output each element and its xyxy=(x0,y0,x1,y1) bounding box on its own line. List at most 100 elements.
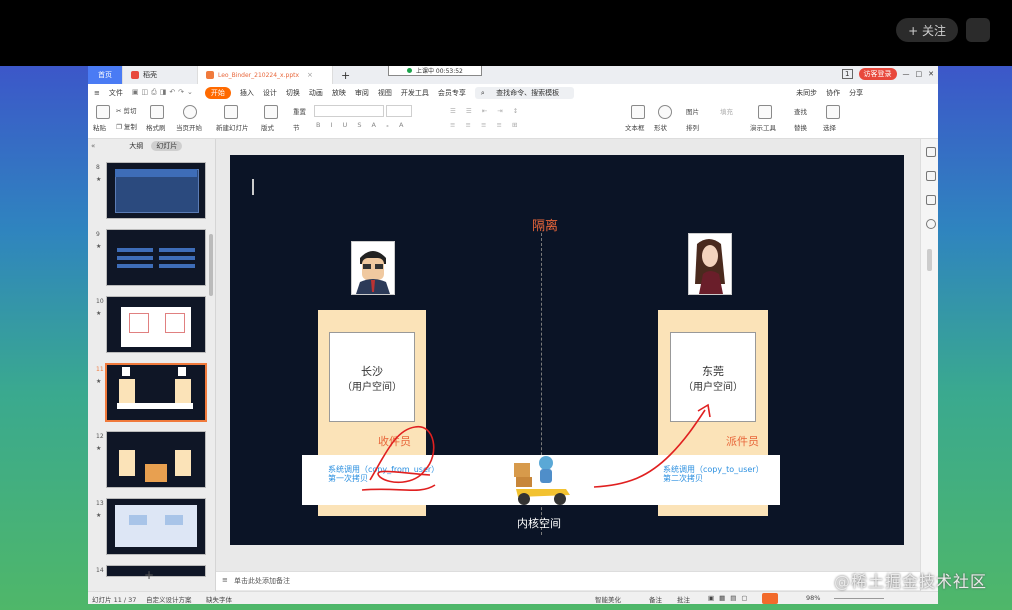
collab-button[interactable]: 协作 xyxy=(826,88,840,98)
view-mode-icons[interactable]: ▣▦▤▢ xyxy=(708,594,753,602)
maximize-icon[interactable]: □ xyxy=(916,70,923,78)
handwritten-annotations xyxy=(361,403,711,492)
animation-pane-icon[interactable] xyxy=(926,171,936,181)
paste-button[interactable]: 粘贴 xyxy=(93,122,106,132)
notes-pane[interactable]: ≡ 单击此处添加备注 xyxy=(216,571,920,590)
thumbnail-row[interactable]: 12 ★ xyxy=(88,431,215,493)
magic-icon[interactable] xyxy=(926,195,936,205)
fill-button[interactable]: 填充 xyxy=(720,106,733,116)
tab-docer[interactable]: 稻壳 xyxy=(123,66,198,84)
menu-start[interactable]: 开始 xyxy=(204,86,231,99)
shape-icon[interactable] xyxy=(658,105,672,119)
font-family-field[interactable] xyxy=(314,105,384,117)
sync-status[interactable]: 未同步 xyxy=(796,88,817,98)
play-slideshow-button[interactable] xyxy=(762,593,778,604)
slide-thumbnail-9[interactable] xyxy=(106,229,206,286)
thumbnail-row[interactable]: 13 ★ xyxy=(88,498,215,560)
current-slide[interactable]: 隔离 长沙 （用户空间） 东莞 （用户空间） 收件员 派件员 系统调用（copy… xyxy=(230,155,904,545)
font-size-field[interactable] xyxy=(386,105,412,117)
slide-thumbnail-13[interactable] xyxy=(106,498,206,555)
tab-home[interactable]: 首页 xyxy=(88,66,123,84)
slide-number: 8 xyxy=(96,164,100,171)
follow-button[interactable]: + 关注 xyxy=(896,18,958,42)
properties-icon[interactable] xyxy=(926,147,936,157)
new-slide-icon[interactable] xyxy=(224,105,238,119)
thumbnail-scrollbar[interactable] xyxy=(209,234,213,296)
command-search[interactable]: ⌕ 查找命令、搜索模板 xyxy=(474,86,575,99)
thumbnail-row[interactable]: 8 ★ xyxy=(88,162,215,224)
animation-star-icon: ★ xyxy=(96,310,102,317)
thumbnail-row[interactable]: 10 ★ xyxy=(88,296,215,358)
thumbnail-row-selected[interactable]: 11 ★ xyxy=(88,363,215,426)
close-window-icon[interactable]: ✕ xyxy=(928,70,934,78)
recorder-menu-button[interactable] xyxy=(966,18,990,42)
cut-button[interactable]: ✂ 剪切 xyxy=(116,105,137,115)
quick-access-icons[interactable]: ▣◫⎙◨↶↷⌄ xyxy=(132,88,196,97)
share-button[interactable]: 分享 xyxy=(849,88,863,98)
copy-button[interactable]: ❐ 复制 xyxy=(116,121,137,131)
minimize-icon[interactable]: — xyxy=(903,70,910,78)
play-from-current-icon[interactable] xyxy=(183,105,197,119)
menu-review[interactable]: 审阅 xyxy=(355,88,369,98)
layout-button[interactable]: 版式 xyxy=(261,122,274,132)
new-slide-button[interactable]: 新建幻灯片 xyxy=(216,122,249,132)
replace-button[interactable]: 替换 xyxy=(794,122,807,132)
slide-thumbnail-14[interactable] xyxy=(106,565,206,577)
format-painter-icon[interactable] xyxy=(150,105,164,119)
layout-icon[interactable] xyxy=(264,105,278,119)
smart-beautify[interactable]: 智能美化 xyxy=(595,594,621,604)
menu-insert[interactable]: 插入 xyxy=(240,88,254,98)
notes-button[interactable]: 备注 xyxy=(649,594,662,604)
vertical-scrollbar[interactable] xyxy=(927,249,932,271)
menu-developer[interactable]: 开发工具 xyxy=(401,88,429,98)
menu-view[interactable]: 视图 xyxy=(378,88,392,98)
slide-thumbnail-12[interactable] xyxy=(106,431,206,488)
menu-animation[interactable]: 动画 xyxy=(309,88,323,98)
find-button[interactable]: 查找 xyxy=(794,106,807,116)
slide-number: 14 xyxy=(96,567,104,574)
section-button[interactable]: 节 xyxy=(293,122,300,132)
slide-thumbnail-10[interactable] xyxy=(106,296,206,353)
thumbnail-row[interactable]: 9 ★ xyxy=(88,229,215,291)
help-icon[interactable] xyxy=(926,219,936,229)
text-format-icons[interactable]: B I U S A ₓ A xyxy=(316,121,407,129)
menu-file[interactable]: 文件 xyxy=(109,88,123,98)
present-tools-button[interactable]: 演示工具 xyxy=(750,122,776,132)
collapse-panel-icon[interactable]: « xyxy=(91,142,95,150)
menu-slideshow[interactable]: 放映 xyxy=(332,88,346,98)
menu-design[interactable]: 设计 xyxy=(263,88,277,98)
zoom-slider[interactable] xyxy=(834,598,884,599)
slide-thumbnail-11[interactable] xyxy=(105,363,207,422)
animation-star-icon: ★ xyxy=(96,378,102,385)
paragraph-icons[interactable]: ☰ ☰ ⇤ ⇥ ↕ xyxy=(450,107,522,115)
comment-button[interactable]: 批注 xyxy=(677,594,690,604)
select-button[interactable]: 选择 xyxy=(823,122,836,132)
align-icons[interactable]: ≡ ≡ ≡ ≡ ⊞ xyxy=(450,121,522,129)
add-slide-button[interactable]: + xyxy=(144,568,154,582)
textbox-icon[interactable] xyxy=(631,105,645,119)
slide-thumbnail-8[interactable] xyxy=(106,162,206,219)
design-scheme[interactable]: 自定义设计方案 xyxy=(146,594,192,604)
slide-number: 12 xyxy=(96,433,104,440)
picture-button[interactable]: 图片 xyxy=(686,106,699,116)
present-tools-icon[interactable] xyxy=(758,105,772,119)
tab-document[interactable]: Leo_Binder_210224_x.pptx × xyxy=(198,66,333,84)
reset-button[interactable]: 重置 xyxy=(293,106,306,116)
tab-slides[interactable]: 幻灯片 xyxy=(151,141,183,151)
arrange-button[interactable]: 排列 xyxy=(686,122,699,132)
notes-toggle-icon[interactable]: ≡ xyxy=(222,576,228,584)
hamburger-icon[interactable]: ≡ xyxy=(94,89,100,97)
login-button[interactable]: 访客登录 xyxy=(858,68,897,80)
paste-icon[interactable] xyxy=(96,105,110,119)
menu-member[interactable]: 会员专享 xyxy=(438,88,466,98)
shape-button[interactable]: 形状 xyxy=(654,122,667,132)
format-painter-button[interactable]: 格式刷 xyxy=(146,122,166,132)
close-tab-icon[interactable]: × xyxy=(307,71,313,79)
select-icon[interactable] xyxy=(826,105,840,119)
new-tab-button[interactable]: + xyxy=(333,69,358,82)
tab-outline[interactable]: 大纲 xyxy=(129,141,143,151)
start-from-current-button[interactable]: 当页开始 xyxy=(176,122,202,132)
missing-fonts[interactable]: 缺失字体 xyxy=(206,594,232,604)
menu-transition[interactable]: 切换 xyxy=(286,88,300,98)
textbox-button[interactable]: 文本框 xyxy=(625,122,645,132)
